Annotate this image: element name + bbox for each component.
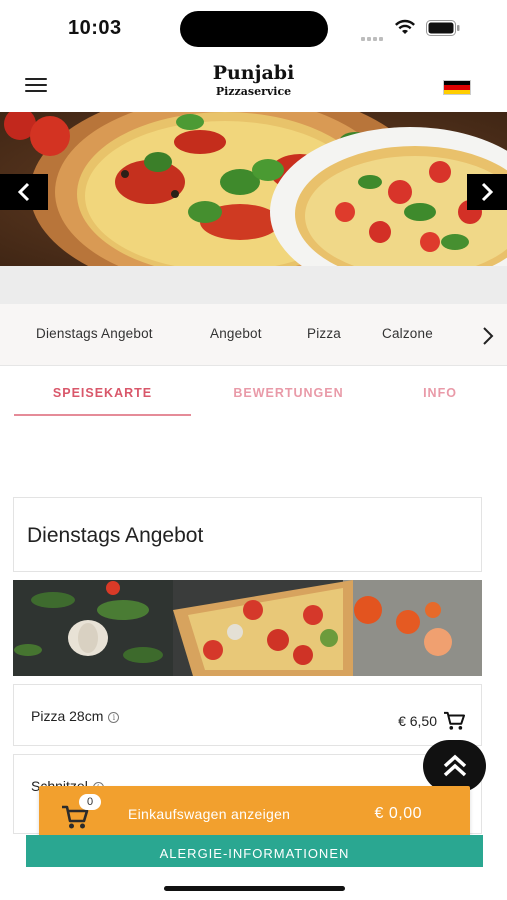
- category-item[interactable]: Calzone: [382, 326, 433, 341]
- section-banner-image: [13, 580, 482, 676]
- scroll-to-top-button[interactable]: [423, 740, 486, 792]
- category-item[interactable]: Pizza: [307, 326, 341, 341]
- tab-info[interactable]: INFO: [400, 386, 480, 400]
- chevron-right-icon[interactable]: [481, 325, 495, 347]
- bottom-safe-area: [0, 867, 507, 900]
- tab-bewertungen[interactable]: BEWERTUNGEN: [215, 386, 362, 400]
- carousel-prev-button[interactable]: [0, 174, 48, 210]
- menu-item-price: € 6,50: [398, 713, 437, 729]
- content-tabs: SPEISEKARTE BEWERTUNGEN INFO: [0, 366, 507, 418]
- restaurant-name: Punjabi: [212, 62, 295, 84]
- info-icon[interactable]: i: [108, 712, 120, 723]
- chevron-right-icon: [481, 182, 494, 202]
- menu-section-header: Dienstags Angebot: [13, 497, 482, 572]
- restaurant-subtitle: Pizzaservice: [215, 85, 292, 98]
- menu-item[interactable]: Pizza 28cm i € 6,50: [13, 684, 482, 746]
- home-indicator: [164, 886, 345, 891]
- menu-item-name: Pizza 28cm i: [31, 708, 120, 724]
- chevron-left-icon: [17, 182, 30, 202]
- cart-count-badge: 0: [79, 794, 101, 810]
- dynamic-island: [180, 11, 328, 47]
- cellular-signal-icon: [361, 28, 387, 41]
- category-item[interactable]: Angebot: [210, 326, 262, 341]
- cart-label: Einkaufswagen anzeigen: [128, 806, 291, 822]
- cart-total: € 0,00: [374, 805, 422, 822]
- active-tab-indicator: [14, 414, 191, 416]
- status-bar: 10:03: [0, 0, 507, 56]
- hero-spacer: [0, 266, 507, 304]
- section-title: Dienstags Angebot: [27, 524, 204, 547]
- carousel-next-button[interactable]: [467, 174, 507, 210]
- category-nav: Dienstags Angebot Angebot Pizza Calzone: [0, 304, 507, 366]
- hero-carousel: [0, 112, 507, 266]
- german-flag-icon[interactable]: [443, 80, 471, 95]
- tab-speisekarte[interactable]: SPEISEKARTE: [14, 386, 191, 400]
- battery-icon: [426, 20, 460, 36]
- status-time: 10:03: [68, 17, 122, 39]
- pizza-hero-image: [0, 112, 507, 266]
- allergy-info-button[interactable]: ALERGIE-INFORMATIONEN: [26, 835, 483, 867]
- double-chevron-up-icon: [443, 754, 466, 777]
- app-header: Punjabi Pizzaservice: [0, 56, 507, 112]
- wifi-icon: [395, 19, 415, 34]
- category-item[interactable]: Dienstags Angebot: [36, 326, 153, 341]
- add-to-cart-icon[interactable]: [443, 711, 465, 731]
